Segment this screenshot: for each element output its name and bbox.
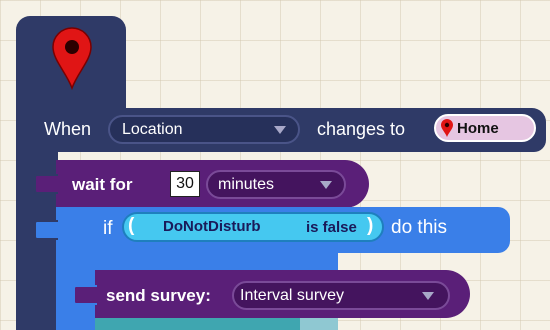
survey-dropdown-value: Interval survey [240, 286, 345, 304]
send-block-notch [73, 285, 97, 305]
wait-block-notch [34, 174, 58, 194]
chevron-down-icon [274, 126, 286, 134]
close-paren: ) [367, 215, 374, 236]
nested-block-edge-light [300, 318, 338, 330]
wait-amount-input[interactable]: 30 [170, 171, 200, 197]
location-value: Home [457, 119, 499, 137]
wait-for-label: wait for [72, 175, 133, 194]
nested-block-edge [95, 318, 300, 330]
survey-dropdown[interactable]: Interval survey [232, 281, 450, 310]
open-paren: ( [128, 215, 135, 236]
trigger-dropdown-value: Location [122, 120, 183, 138]
chevron-down-icon [422, 292, 434, 300]
if-block-notch [34, 220, 58, 240]
trigger-dropdown[interactable]: Location [108, 115, 300, 144]
do-this-label: do this [391, 217, 447, 238]
wait-unit-dropdown[interactable]: minutes [206, 170, 346, 199]
map-pin-icon [52, 27, 92, 90]
location-value-pill[interactable]: Home [434, 114, 536, 142]
condition-variable[interactable]: DoNotDisturb [163, 217, 261, 237]
wait-unit-value: minutes [218, 175, 275, 193]
condition-state[interactable]: is false [306, 218, 357, 238]
chevron-down-icon [320, 181, 332, 189]
send-survey-label: send survey: [106, 286, 211, 305]
when-label: When [44, 119, 92, 139]
changes-to-label: changes to [317, 119, 406, 139]
map-pin-icon [441, 119, 453, 137]
if-label: if [103, 218, 113, 239]
